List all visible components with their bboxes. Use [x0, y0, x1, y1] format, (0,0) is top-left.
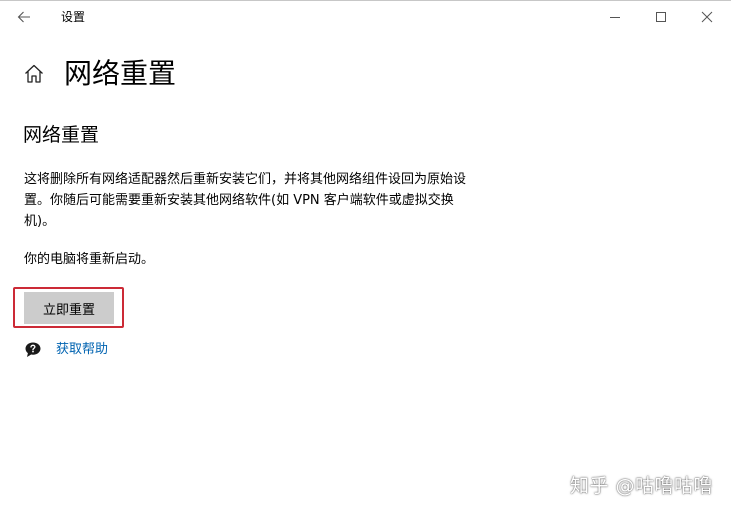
- minimize-icon: [610, 17, 620, 18]
- back-arrow-icon: [17, 11, 30, 23]
- home-icon: [25, 64, 43, 83]
- restart-note: 你的电脑将重新启动。: [24, 252, 155, 267]
- close-button[interactable]: [684, 3, 730, 31]
- section-title: 网络重置: [23, 124, 100, 146]
- reset-now-button[interactable]: 立即重置: [24, 292, 114, 324]
- home-button[interactable]: [22, 62, 46, 86]
- title-bar: 设置: [0, 1, 731, 33]
- close-icon: [701, 11, 713, 23]
- window-title: 设置: [61, 10, 86, 24]
- minimize-button[interactable]: [592, 3, 638, 31]
- watermark: 知乎 @咕噜咕噜: [569, 475, 713, 497]
- back-button[interactable]: [10, 5, 38, 29]
- maximize-icon: [656, 12, 666, 22]
- maximize-button[interactable]: [638, 3, 684, 31]
- get-help-link-row[interactable]: 获取帮助: [24, 340, 108, 360]
- reset-description: 这将删除所有网络适配器然后重新安装它们，并将其他网络组件设回为原始设置。你随后可…: [24, 172, 467, 229]
- page-title: 网络重置: [64, 57, 177, 90]
- help-chat-icon: [25, 342, 41, 357]
- get-help-link[interactable]: 获取帮助: [56, 341, 108, 359]
